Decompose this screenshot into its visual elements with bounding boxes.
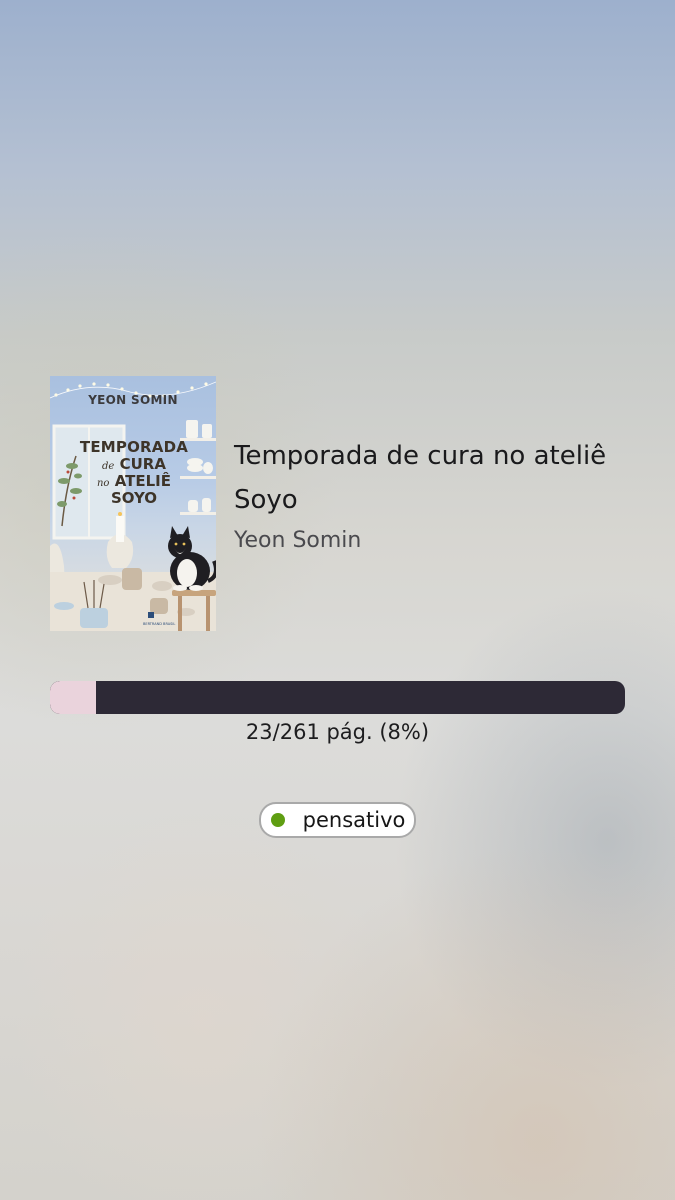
cover-title-de: de — [102, 461, 115, 472]
svg-text:BERTRAND BRASIL: BERTRAND BRASIL — [143, 622, 175, 626]
cover-title-atelie: ATELIÊ — [114, 472, 171, 490]
reading-progress-label: 23/261 pág. (8%) — [245, 720, 430, 744]
cover-title-no: no — [96, 478, 110, 489]
cover-title-cura: CURA — [119, 455, 166, 473]
cover-author-text: YEON SOMIN — [88, 393, 178, 407]
book-cover-image: BERTRAND BRASIL YEON SOMIN TEMPORADA de … — [50, 376, 216, 631]
mood-label: pensativo — [302, 808, 406, 832]
book-info: Temporada de cura no ateliê Soyo Yeon So… — [234, 434, 630, 556]
cover-title-text: TEMPORADA de CURA no ATELIÊ SOYO — [78, 440, 190, 506]
book-card: BERTRAND BRASIL YEON SOMIN TEMPORADA de … — [50, 376, 630, 632]
mood-chip[interactable]: pensativo — [258, 802, 417, 838]
mood-dot-icon — [270, 813, 285, 827]
cover-title-line3: no ATELIÊ — [78, 474, 190, 489]
cover-title-line2: de CURA — [78, 457, 190, 472]
cover-title-line1: TEMPORADA — [79, 438, 189, 456]
cover-title-line4: SOYO — [110, 489, 158, 507]
book-author: Yeon Somin — [234, 528, 362, 553]
mood-row: pensativo — [0, 802, 675, 838]
reading-progress-fill — [50, 681, 96, 714]
reading-progress-bar — [50, 681, 625, 714]
book-title: Temporada de cura no ateliê Soyo — [234, 441, 607, 515]
